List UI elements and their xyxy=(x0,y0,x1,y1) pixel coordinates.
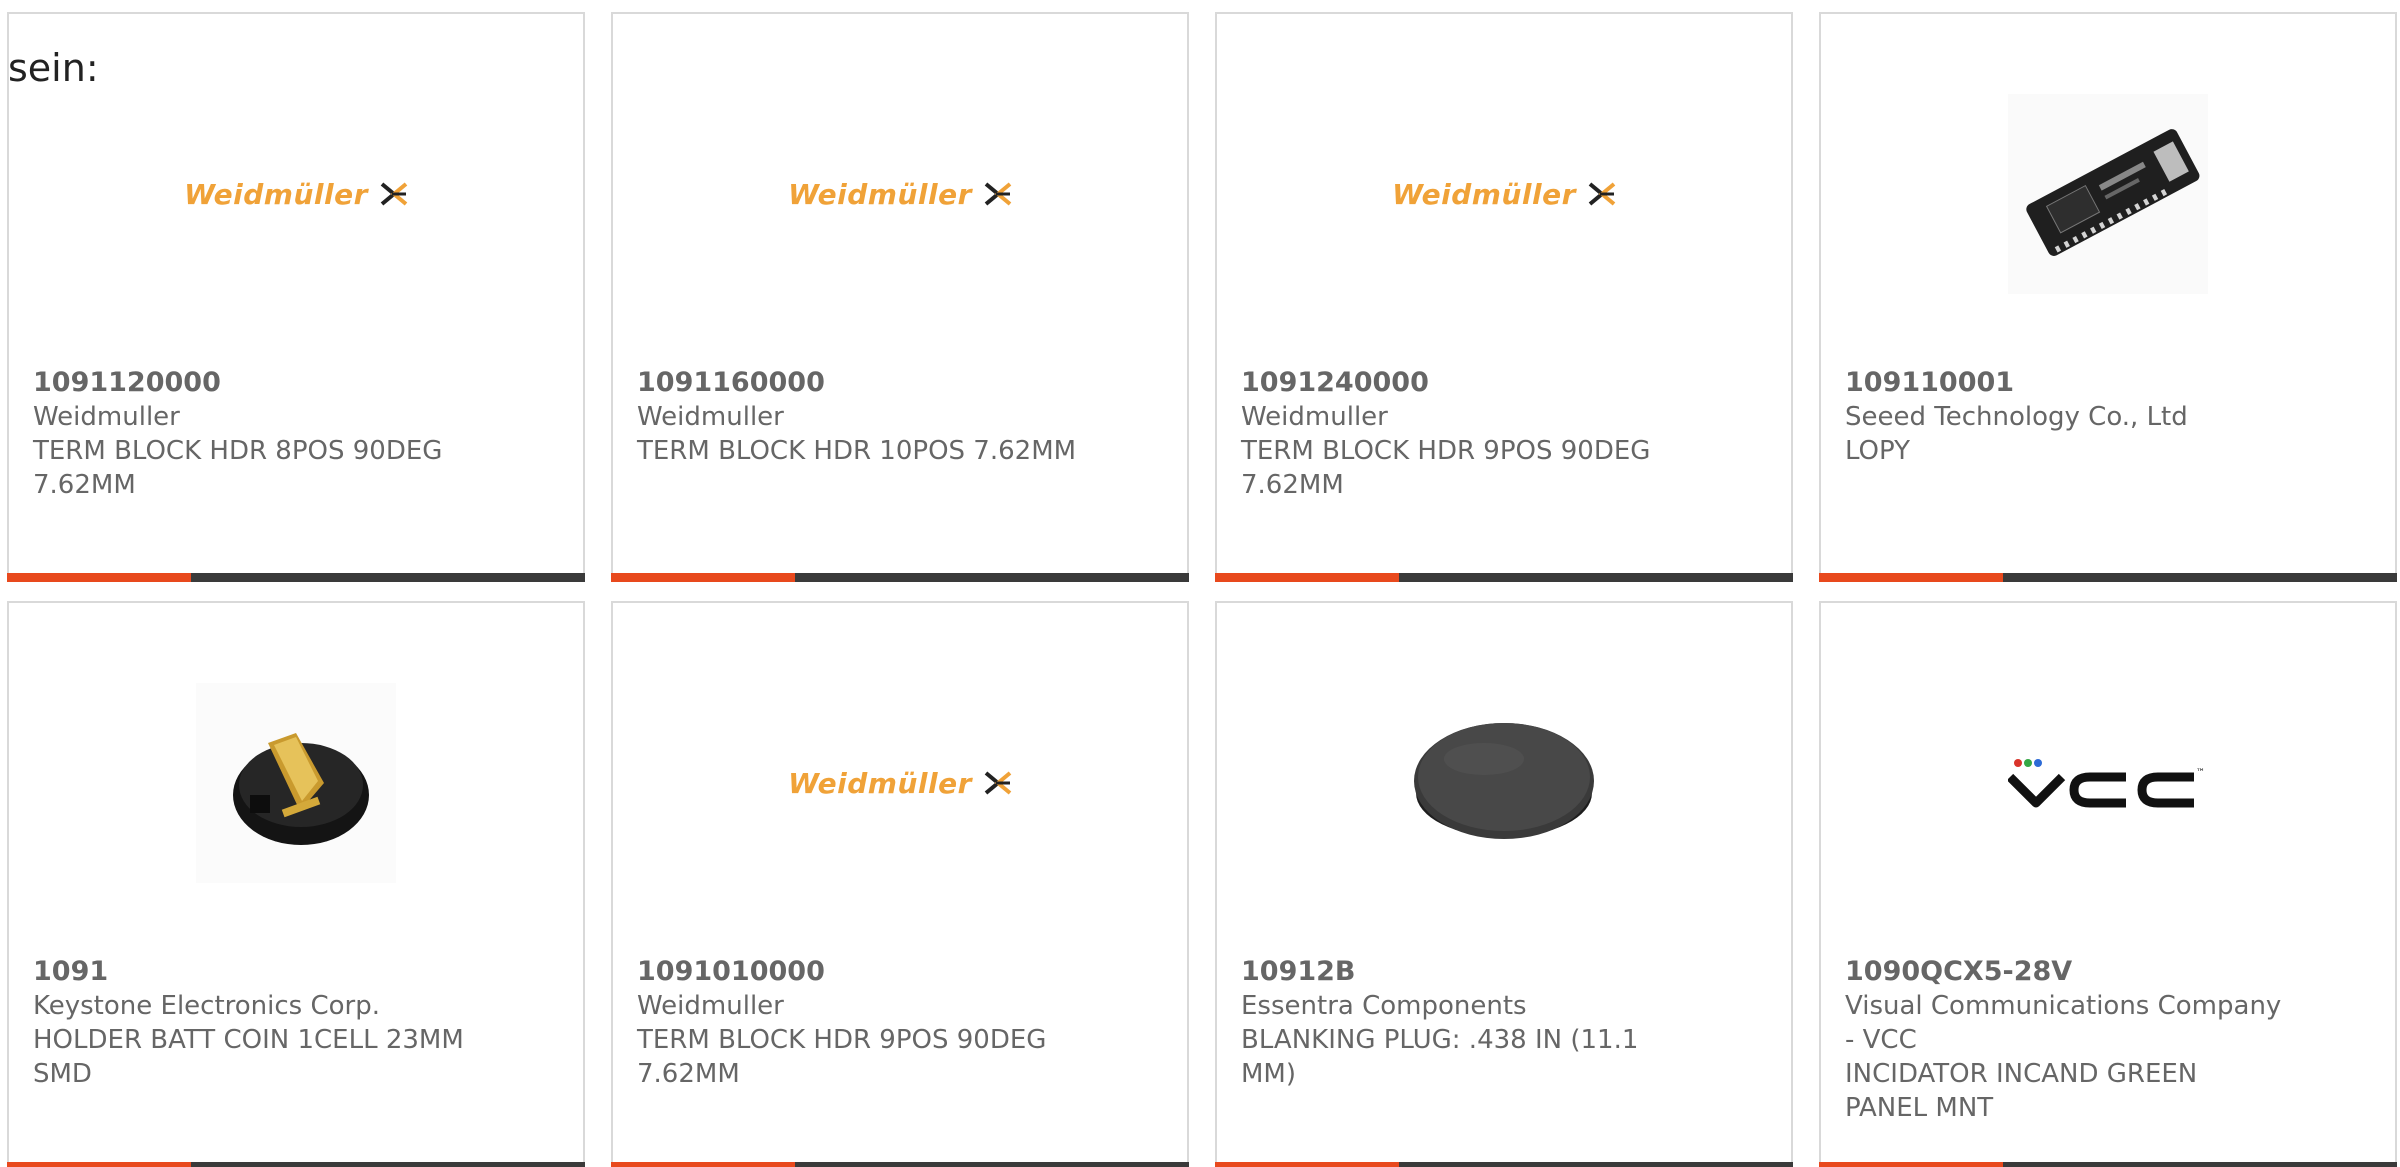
product-card[interactable]: 1091 Keystone Electronics Corp. HOLDER B… xyxy=(7,601,585,1167)
product-card[interactable]: ™ 1090QCX5-28V Visual Communications Com… xyxy=(1819,601,2397,1167)
product-image[interactable]: Weidmüller xyxy=(613,74,1187,314)
description-line2: MM) xyxy=(1241,1059,1297,1089)
card-accent-bar xyxy=(1215,573,1399,582)
manufacturer: Weidmuller xyxy=(1241,402,1388,432)
card-accent-bar xyxy=(1215,1162,1399,1167)
product-image[interactable]: ™ xyxy=(1821,663,2395,903)
intro-text: sein: xyxy=(8,46,99,90)
card-bottom-bar xyxy=(1215,573,1793,582)
description-line1: INCIDATOR INCAND GREEN xyxy=(1845,1059,2198,1089)
manufacturer: Seeed Technology Co., Ltd xyxy=(1845,402,2188,432)
coin-holder-icon xyxy=(196,683,396,883)
part-number[interactable]: 109110001 xyxy=(1845,366,2285,400)
card-accent-bar xyxy=(1819,573,2003,582)
card-bottom-bar xyxy=(7,573,585,582)
blanking-plug-icon xyxy=(1414,723,1594,839)
product-info: 109110001 Seeed Technology Co., Ltd LOPY xyxy=(1845,366,2285,468)
weidmuller-logo: Weidmüller xyxy=(184,178,408,211)
dev-board-icon xyxy=(2008,94,2208,294)
weidmuller-cross-icon xyxy=(984,182,1012,206)
blanking-plug-photo xyxy=(1404,703,1604,863)
weidmuller-cross-icon xyxy=(1588,182,1616,206)
vcc-logo: ™ xyxy=(2008,753,2208,813)
product-card[interactable]: Weidmüller 1091010000 Weidmuller TERM BL… xyxy=(611,601,1189,1167)
part-number[interactable]: 1091 xyxy=(33,955,473,989)
product-card[interactable]: 10912B Essentra Components BLANKING PLUG… xyxy=(1215,601,1793,1167)
product-image[interactable] xyxy=(9,663,583,903)
description-line2: 7.62MM xyxy=(637,1059,740,1089)
svg-text:™: ™ xyxy=(2196,768,2205,778)
description-line2: 7.62MM xyxy=(33,470,136,500)
product-info: 1090QCX5-28V Visual Communications Compa… xyxy=(1845,955,2285,1125)
weidmuller-logo: Weidmüller xyxy=(788,767,1012,800)
description-line1: HOLDER BATT COIN 1CELL 23MM xyxy=(33,1025,464,1055)
part-number[interactable]: 1091240000 xyxy=(1241,366,1681,400)
product-info: 1091240000 Weidmuller TERM BLOCK HDR 9PO… xyxy=(1241,366,1681,502)
product-card[interactable]: 109110001 Seeed Technology Co., Ltd LOPY xyxy=(1819,12,2397,582)
part-number[interactable]: 10912B xyxy=(1241,955,1681,989)
manufacturer: Weidmuller xyxy=(637,402,784,432)
product-image[interactable]: Weidmüller xyxy=(9,74,583,314)
manufacturer: Weidmuller xyxy=(33,402,180,432)
description-line1: TERM BLOCK HDR 9POS 90DEG xyxy=(1241,436,1651,466)
card-bottom-bar xyxy=(7,1162,585,1167)
product-info: 1091160000 Weidmuller TERM BLOCK HDR 10P… xyxy=(637,366,1077,468)
weidmuller-logo: Weidmüller xyxy=(1392,178,1616,211)
card-accent-bar xyxy=(611,573,795,582)
manufacturer: Essentra Components xyxy=(1241,991,1527,1021)
card-accent-bar xyxy=(611,1162,795,1167)
description-line1: TERM BLOCK HDR 8POS 90DEG xyxy=(33,436,443,466)
product-info: 1091010000 Weidmuller TERM BLOCK HDR 9PO… xyxy=(637,955,1077,1091)
coin-holder-photo xyxy=(196,683,396,883)
card-accent-bar xyxy=(7,1162,191,1167)
weidmuller-logo: Weidmüller xyxy=(788,178,1012,211)
part-number[interactable]: 1091160000 xyxy=(637,366,1077,400)
manufacturer: Weidmuller xyxy=(637,991,784,1021)
part-number[interactable]: 1090QCX5-28V xyxy=(1845,955,2285,989)
product-card[interactable]: Weidmüller 1091240000 Weidmuller TERM BL… xyxy=(1215,12,1793,582)
product-image[interactable] xyxy=(1217,663,1791,903)
dev-board-photo xyxy=(2008,94,2208,294)
product-info: 1091120000 Weidmuller TERM BLOCK HDR 8PO… xyxy=(33,366,473,502)
vcc-logo-icon: ™ xyxy=(2008,759,2205,808)
card-bottom-bar xyxy=(1819,1162,2397,1167)
description-line1: BLANKING PLUG: .438 IN (11.1 xyxy=(1241,1025,1639,1055)
product-info: 10912B Essentra Components BLANKING PLUG… xyxy=(1241,955,1681,1091)
description-line2: 7.62MM xyxy=(1241,470,1344,500)
card-accent-bar xyxy=(1819,1162,2003,1167)
card-accent-bar xyxy=(7,573,191,582)
product-image[interactable]: Weidmüller xyxy=(1217,74,1791,314)
description-line1: TERM BLOCK HDR 9POS 90DEG xyxy=(637,1025,1047,1055)
product-card[interactable]: Weidmüller 1091160000 Weidmuller TERM BL… xyxy=(611,12,1189,582)
card-bottom-bar xyxy=(1819,573,2397,582)
card-bottom-bar xyxy=(1215,1162,1793,1167)
manufacturer: Keystone Electronics Corp. xyxy=(33,991,381,1021)
card-bottom-bar xyxy=(611,573,1189,582)
description-line1: TERM BLOCK HDR 10POS 7.62MM xyxy=(637,436,1077,466)
part-number[interactable]: 1091010000 xyxy=(637,955,1077,989)
product-image[interactable]: Weidmüller xyxy=(613,663,1187,903)
description-line2: SMD xyxy=(33,1059,92,1089)
part-number[interactable]: 1091120000 xyxy=(33,366,473,400)
product-info: 1091 Keystone Electronics Corp. HOLDER B… xyxy=(33,955,473,1091)
weidmuller-cross-icon xyxy=(984,771,1012,795)
weidmuller-cross-icon xyxy=(380,182,408,206)
card-bottom-bar xyxy=(611,1162,1189,1167)
manufacturer: Visual Communications Company xyxy=(1845,991,2282,1021)
description-line1: LOPY xyxy=(1845,436,1911,466)
description-line2: PANEL MNT xyxy=(1845,1093,1994,1123)
product-card[interactable]: Weidmüller 1091120000 Weidmuller TERM BL… xyxy=(7,12,585,582)
manufacturer-line2: - VCC xyxy=(1845,1025,1917,1055)
product-image[interactable] xyxy=(1821,74,2395,314)
